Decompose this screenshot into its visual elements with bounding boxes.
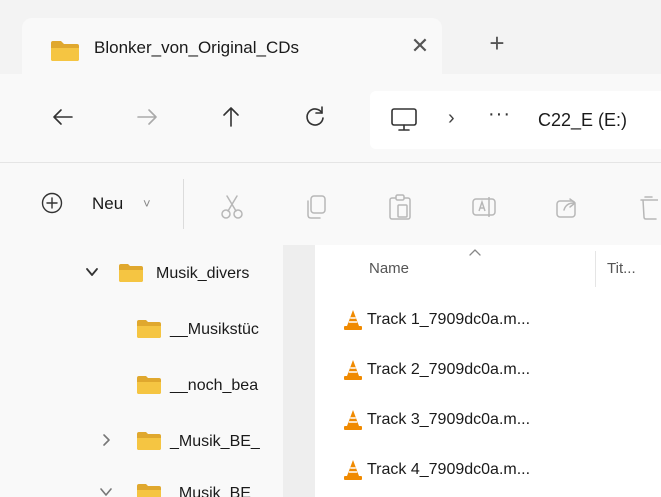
file-list: Name Tit... Track 1_7909dc0a.m... Track …: [315, 245, 661, 497]
new-tab-button[interactable]: +: [483, 30, 511, 56]
tree-item-noch-bea[interactable]: __noch_bea: [0, 365, 283, 405]
chevron-right-icon[interactable]: [98, 433, 114, 450]
folder-icon: [118, 263, 144, 288]
chevron-down-icon[interactable]: [84, 265, 100, 282]
chevron-down-icon: ˅: [143, 196, 151, 211]
file-name: Track 2_7909dc0a.m...: [367, 361, 531, 378]
breadcrumb-drive[interactable]: C22_E (E:): [538, 110, 627, 131]
tab-title: Blonker_von_Original_CDs: [94, 38, 300, 57]
tree-item-musik-divers[interactable]: Musik_divers: [0, 253, 283, 293]
tree-item-label: __noch_bea: [170, 377, 259, 394]
file-row[interactable]: Track 3_7909dc0a.m...: [315, 400, 661, 442]
back-icon[interactable]: [50, 104, 80, 134]
up-icon[interactable]: [218, 104, 248, 134]
rename-icon[interactable]: [470, 193, 498, 226]
tab-blonker[interactable]: Blonker_von_Original_CDs ✕: [22, 18, 442, 74]
sort-ascending-icon: [467, 245, 483, 263]
paste-icon[interactable]: [386, 193, 414, 226]
tree-item-musik-be-2[interactable]: _Musik_BE: [0, 473, 283, 497]
navigation-pane: Musik_divers __Musikstüc __noch_bea _Mus…: [0, 245, 283, 497]
file-name: Track 3_7909dc0a.m...: [367, 411, 531, 428]
folder-icon: [50, 40, 80, 67]
tree-item-label: __Musikstüc: [170, 321, 259, 338]
new-button-label: Neu: [92, 194, 124, 213]
vlc-media-icon: [343, 459, 363, 486]
tree-item-label: Musik_divers: [156, 265, 250, 282]
forward-icon[interactable]: [134, 104, 164, 134]
address-bar[interactable]: › ··· C22_E (E:): [370, 91, 661, 149]
tree-item-label: _Musik_BE: [170, 485, 251, 497]
breadcrumb-chevron-icon[interactable]: ›: [448, 107, 455, 130]
command-toolbar: Neu ˅: [0, 163, 661, 245]
folder-icon: [136, 375, 162, 400]
chevron-down-icon[interactable]: [98, 485, 114, 497]
cut-icon[interactable]: [218, 193, 246, 226]
plus-circle-icon: [40, 191, 64, 220]
delete-icon[interactable]: [638, 193, 659, 226]
folder-icon: [136, 319, 162, 344]
file-row[interactable]: Track 4_7909dc0a.m...: [315, 450, 661, 492]
vlc-media-icon: [343, 309, 363, 336]
pane-divider[interactable]: [283, 245, 315, 497]
breadcrumb-overflow-button[interactable]: ···: [488, 103, 511, 126]
vlc-media-icon: [343, 409, 363, 436]
title-bar: Blonker_von_Original_CDs ✕ +: [0, 0, 661, 74]
file-name: Track 4_7909dc0a.m...: [367, 461, 531, 478]
column-resize-handle[interactable]: [595, 251, 596, 287]
share-icon[interactable]: [554, 193, 582, 226]
column-header-name[interactable]: Name: [369, 260, 409, 277]
folder-icon: [136, 431, 162, 456]
column-header-row: Name Tit...: [315, 245, 661, 291]
tree-item-musik-be-1[interactable]: _Musik_BE_: [0, 421, 283, 461]
folder-icon: [136, 483, 162, 497]
tree-item-musikstuecke[interactable]: __Musikstüc: [0, 309, 283, 349]
tree-item-label: _Musik_BE_: [170, 433, 260, 450]
file-row[interactable]: Track 2_7909dc0a.m...: [315, 350, 661, 392]
vlc-media-icon: [343, 359, 363, 386]
file-name: Track 1_7909dc0a.m...: [367, 311, 531, 328]
file-row[interactable]: Track 1_7909dc0a.m...: [315, 300, 661, 342]
close-tab-icon[interactable]: ✕: [408, 33, 432, 59]
column-header-title[interactable]: Tit...: [607, 260, 636, 277]
refresh-icon[interactable]: [302, 104, 332, 134]
toolbar-divider: [183, 179, 184, 229]
navigation-bar: › ··· C22_E (E:): [0, 74, 661, 162]
computer-icon: [390, 107, 418, 138]
copy-icon[interactable]: [302, 193, 330, 226]
